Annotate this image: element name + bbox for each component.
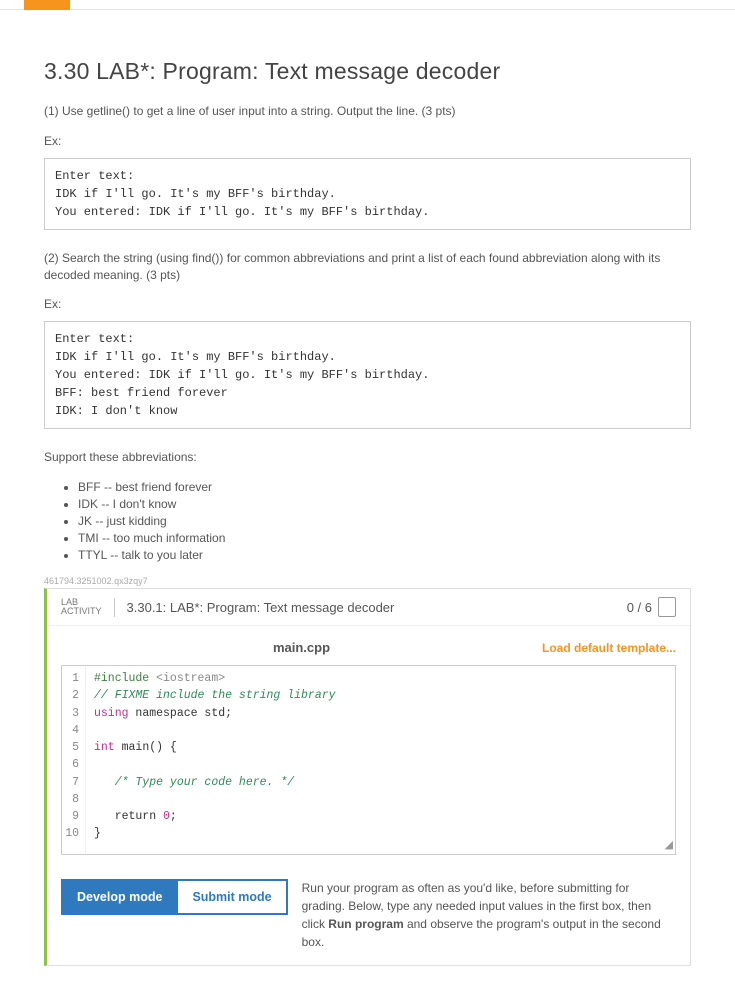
question-hash: 461794.3251002.qx3zqy7 [44,576,691,586]
list-item: IDK -- I don't know [78,497,691,511]
list-item: TMI -- too much information [78,531,691,545]
code-token: using [94,707,129,720]
list-item: TTYL -- talk to you later [78,548,691,562]
code-token: ; [170,810,177,823]
lab-title: 3.30.1: LAB*: Program: Text message deco… [127,600,627,615]
list-item: BFF -- best friend forever [78,480,691,494]
example-label-2: Ex: [44,297,691,311]
line-gutter: 12345678910 [62,666,86,854]
step-1-text: (1) Use getline() to get a line of user … [44,103,691,120]
code-editor[interactable]: 12345678910 #include <iostream> // FIXME… [61,665,676,855]
file-bar: main.cpp Load default template... [61,640,676,655]
code-body[interactable]: #include <iostream> // FIXME include the… [86,666,675,854]
example-label-1: Ex: [44,134,691,148]
code-token: #include [94,672,156,685]
editor-area: main.cpp Load default template... 123456… [47,626,690,865]
code-token: /* Type your code here. */ [94,776,294,789]
code-token: } [94,827,101,840]
abbreviations-list: BFF -- best friend forever IDK -- I don'… [44,480,691,562]
page-content: 3.30 LAB*: Program: Text message decoder… [0,10,735,1008]
lab-header: LAB ACTIVITY 3.30.1: LAB*: Program: Text… [47,589,690,626]
mode-help-text: Run your program as often as you'd like,… [302,879,676,951]
lab-badge: LAB ACTIVITY [61,598,115,617]
top-bar [0,0,735,10]
lab-activity-box: LAB ACTIVITY 3.30.1: LAB*: Program: Text… [44,588,691,966]
lab-badge-line2: ACTIVITY [61,607,102,616]
score-badge-icon [658,597,676,617]
mode-row: Develop mode Submit mode Run your progra… [47,865,690,965]
submit-mode-button[interactable]: Submit mode [176,879,287,915]
active-tab-accent [24,0,70,10]
list-item: JK -- just kidding [78,514,691,528]
mode-buttons: Develop mode Submit mode [61,879,288,915]
develop-mode-button[interactable]: Develop mode [61,879,178,915]
code-token: namespace std; [129,707,233,720]
load-default-template-link[interactable]: Load default template... [542,641,676,655]
lab-score: 0 / 6 [627,600,652,615]
page-title: 3.30 LAB*: Program: Text message decoder [44,58,691,85]
code-token: <iostream> [156,672,225,685]
example-output-2: Enter text: IDK if I'll go. It's my BFF'… [44,321,691,429]
code-token: main() { [115,741,177,754]
resize-handle-icon[interactable]: ◢ [665,838,673,855]
code-token: int [94,741,115,754]
code-token: // FIXME include the string library [94,689,336,702]
code-token: 0 [163,810,170,823]
support-label: Support these abbreviations: [44,449,691,466]
file-name: main.cpp [61,640,542,655]
code-token: return [94,810,163,823]
step-2-text: (2) Search the string (using find()) for… [44,250,691,284]
help-text-bold: Run program [328,917,403,931]
example-output-1: Enter text: IDK if I'll go. It's my BFF'… [44,158,691,230]
